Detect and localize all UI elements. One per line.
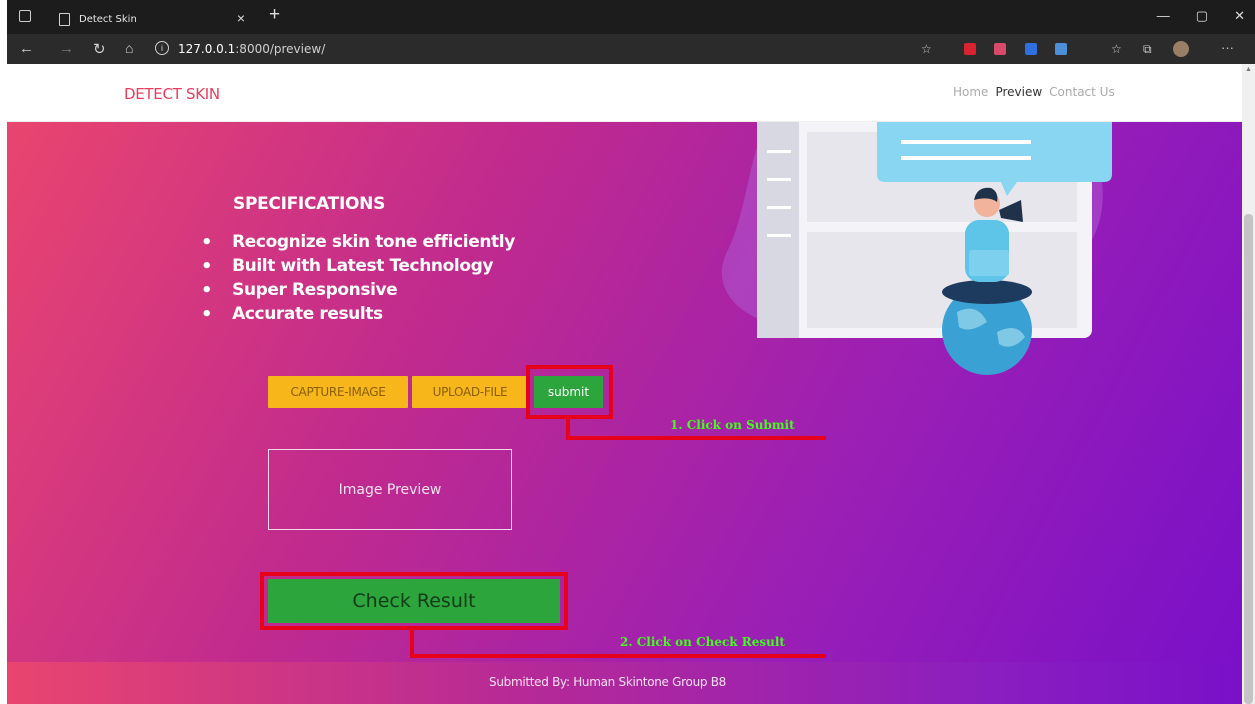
specifications-list: Recognize skin tone efficiently Built wi… xyxy=(201,230,515,326)
favorites-icon[interactable]: ☆ xyxy=(1111,42,1122,56)
minimize-icon[interactable]: — xyxy=(1157,8,1170,24)
tab-actions-icon[interactable] xyxy=(19,10,31,22)
annotation-step2-text: 2. Click on Check Result xyxy=(620,635,785,649)
hero-illustration xyxy=(721,122,1112,375)
new-tab-icon[interactable]: + xyxy=(269,4,280,26)
annotation-box-submit xyxy=(526,365,613,419)
site-header: DETECT SKIN Home Preview Contact Us xyxy=(7,64,1242,122)
capture-image-button[interactable]: CAPTURE-IMAGE xyxy=(268,376,408,408)
refresh-icon[interactable]: ↻ xyxy=(93,40,106,58)
title-bar: Detect Skin × + — ▢ ✕ xyxy=(7,0,1255,34)
maximize-icon[interactable]: ▢ xyxy=(1196,8,1208,24)
hero-section: SPECIFICATIONS Recognize skin tone effic… xyxy=(7,122,1242,662)
brand-logo[interactable]: DETECT SKIN xyxy=(124,85,220,103)
annotation-underline xyxy=(410,654,826,658)
url-host: 127.0.0.1 xyxy=(178,42,236,56)
close-tab-icon[interactable]: × xyxy=(237,10,245,26)
more-menu-icon[interactable]: ··· xyxy=(1221,40,1234,55)
footer-text: Submitted By: Human Skintone Group B8 xyxy=(489,675,726,689)
favorite-star-icon[interactable]: ☆ xyxy=(921,42,932,56)
annotation-underline xyxy=(566,436,826,440)
site-nav: Home Preview Contact Us xyxy=(953,85,1115,99)
window-controls: — ▢ ✕ xyxy=(1157,8,1245,24)
url-field[interactable]: 127.0.0.1:8000/preview/ xyxy=(178,42,325,56)
upload-file-button[interactable]: UPLOAD-FILE xyxy=(412,376,528,408)
illustration-sidebar xyxy=(757,122,799,338)
nav-home[interactable]: Home xyxy=(953,85,988,99)
extension-red-icon[interactable] xyxy=(964,43,976,55)
spec-item: Accurate results xyxy=(201,302,515,326)
spec-item: Built with Latest Technology xyxy=(201,254,515,278)
extension-blue-icon[interactable] xyxy=(1025,43,1037,55)
url-path: :8000/preview/ xyxy=(235,42,326,56)
home-icon[interactable]: ⌂ xyxy=(125,40,133,56)
page-icon xyxy=(59,12,70,26)
extension-translate-icon[interactable] xyxy=(1055,43,1067,55)
nav-contact[interactable]: Contact Us xyxy=(1049,85,1115,99)
site-info-icon[interactable]: i xyxy=(155,41,169,55)
scroll-up-icon[interactable]: ▲ xyxy=(1245,66,1252,73)
nav-preview[interactable]: Preview xyxy=(995,85,1042,99)
close-window-icon[interactable]: ✕ xyxy=(1234,8,1245,24)
site-footer: Submitted By: Human Skintone Group B8 xyxy=(7,662,1242,704)
annotation-step1-text: 1. Click on Submit xyxy=(670,418,795,432)
tab-title: Detect Skin xyxy=(79,13,137,25)
annotation-box-check-result xyxy=(260,572,568,630)
address-bar: ← → ↻ ⌂ i 127.0.0.1:8000/preview/ ☆ ☆ ⧉ … xyxy=(7,34,1255,64)
back-icon[interactable]: ← xyxy=(19,40,34,57)
illustration-person-legs xyxy=(942,280,1032,304)
forward-icon[interactable]: → xyxy=(59,40,74,57)
specifications-title: SPECIFICATIONS xyxy=(233,194,386,214)
illustration-panel-bottom xyxy=(807,232,1077,328)
browser-window: Detect Skin × + — ▢ ✕ ← → ↻ ⌂ i 127.0.0.… xyxy=(7,0,1255,704)
extension-pocket-icon[interactable] xyxy=(994,43,1006,55)
spec-item: Super Responsive xyxy=(201,278,515,302)
spec-item: Recognize skin tone efficiently xyxy=(201,230,515,254)
illustration-laptop xyxy=(969,250,1009,276)
browser-tab[interactable]: Detect Skin × xyxy=(49,4,259,34)
profile-avatar-icon[interactable] xyxy=(1173,41,1189,57)
image-preview-box: Image Preview xyxy=(268,449,512,530)
page-scrollbar[interactable]: ▲ xyxy=(1242,64,1255,704)
collections-icon[interactable]: ⧉ xyxy=(1143,42,1152,57)
scrollbar-thumb[interactable] xyxy=(1244,214,1253,704)
